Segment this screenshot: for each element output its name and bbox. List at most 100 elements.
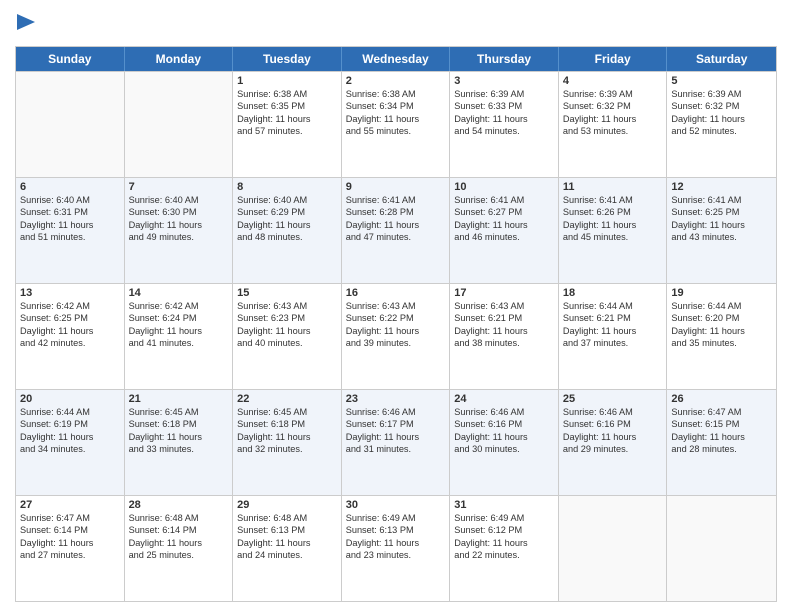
cell-line: Sunrise: 6:41 AM	[563, 194, 663, 206]
week-row-5: 27Sunrise: 6:47 AMSunset: 6:14 PMDayligh…	[16, 495, 776, 601]
cell-line: and 22 minutes.	[454, 549, 554, 561]
cell-line: and 45 minutes.	[563, 231, 663, 243]
cal-cell-5-1: 27Sunrise: 6:47 AMSunset: 6:14 PMDayligh…	[16, 496, 125, 601]
day-number: 11	[563, 181, 663, 193]
cal-cell-1-6: 4Sunrise: 6:39 AMSunset: 6:32 PMDaylight…	[559, 72, 668, 177]
col-header-saturday: Saturday	[667, 47, 776, 71]
cell-line: Sunset: 6:12 PM	[454, 524, 554, 536]
day-number: 13	[20, 287, 120, 299]
cell-line: Sunrise: 6:42 AM	[20, 300, 120, 312]
cell-line: Daylight: 11 hours	[454, 325, 554, 337]
week-row-2: 6Sunrise: 6:40 AMSunset: 6:31 PMDaylight…	[16, 177, 776, 283]
day-number: 6	[20, 181, 120, 193]
cell-line: Daylight: 11 hours	[671, 325, 772, 337]
cal-cell-2-5: 10Sunrise: 6:41 AMSunset: 6:27 PMDayligh…	[450, 178, 559, 283]
cell-line: Sunrise: 6:48 AM	[237, 512, 337, 524]
cell-line: Daylight: 11 hours	[454, 431, 554, 443]
cell-line: and 35 minutes.	[671, 337, 772, 349]
cell-line: and 57 minutes.	[237, 125, 337, 137]
col-header-monday: Monday	[125, 47, 234, 71]
cell-line: Sunrise: 6:39 AM	[671, 88, 772, 100]
cell-line: and 37 minutes.	[563, 337, 663, 349]
cal-cell-5-5: 31Sunrise: 6:49 AMSunset: 6:12 PMDayligh…	[450, 496, 559, 601]
cell-line: Sunrise: 6:40 AM	[129, 194, 229, 206]
cell-line: and 46 minutes.	[454, 231, 554, 243]
day-number: 3	[454, 75, 554, 87]
cal-cell-1-3: 1Sunrise: 6:38 AMSunset: 6:35 PMDaylight…	[233, 72, 342, 177]
cell-line: Sunrise: 6:38 AM	[237, 88, 337, 100]
cell-line: and 54 minutes.	[454, 125, 554, 137]
day-number: 18	[563, 287, 663, 299]
cell-line: Sunrise: 6:43 AM	[237, 300, 337, 312]
day-number: 22	[237, 393, 337, 405]
cell-line: and 23 minutes.	[346, 549, 446, 561]
cal-cell-2-7: 12Sunrise: 6:41 AMSunset: 6:25 PMDayligh…	[667, 178, 776, 283]
cell-line: Sunset: 6:21 PM	[454, 312, 554, 324]
cell-line: Sunset: 6:35 PM	[237, 100, 337, 112]
cell-line: Sunset: 6:18 PM	[237, 418, 337, 430]
cell-line: Daylight: 11 hours	[671, 219, 772, 231]
cell-line: Sunset: 6:32 PM	[671, 100, 772, 112]
cell-line: and 38 minutes.	[454, 337, 554, 349]
day-number: 7	[129, 181, 229, 193]
cell-line: Sunset: 6:17 PM	[346, 418, 446, 430]
day-number: 25	[563, 393, 663, 405]
day-number: 12	[671, 181, 772, 193]
cell-line: Sunset: 6:14 PM	[129, 524, 229, 536]
cell-line: Daylight: 11 hours	[20, 219, 120, 231]
day-number: 5	[671, 75, 772, 87]
cal-cell-4-5: 24Sunrise: 6:46 AMSunset: 6:16 PMDayligh…	[450, 390, 559, 495]
cell-line: Sunset: 6:33 PM	[454, 100, 554, 112]
col-header-thursday: Thursday	[450, 47, 559, 71]
cell-line: and 39 minutes.	[346, 337, 446, 349]
cell-line: Sunrise: 6:38 AM	[346, 88, 446, 100]
cell-line: Daylight: 11 hours	[129, 325, 229, 337]
cell-line: Daylight: 11 hours	[454, 219, 554, 231]
cell-line: Sunrise: 6:48 AM	[129, 512, 229, 524]
cell-line: Daylight: 11 hours	[563, 113, 663, 125]
cal-cell-3-2: 14Sunrise: 6:42 AMSunset: 6:24 PMDayligh…	[125, 284, 234, 389]
cal-cell-5-7	[667, 496, 776, 601]
logo-flag-icon	[17, 14, 35, 38]
cell-line: and 28 minutes.	[671, 443, 772, 455]
week-row-1: 1Sunrise: 6:38 AMSunset: 6:35 PMDaylight…	[16, 71, 776, 177]
calendar-body: 1Sunrise: 6:38 AMSunset: 6:35 PMDaylight…	[16, 71, 776, 601]
cell-line: and 29 minutes.	[563, 443, 663, 455]
day-number: 27	[20, 499, 120, 511]
cell-line: Sunset: 6:26 PM	[563, 206, 663, 218]
cell-line: and 24 minutes.	[237, 549, 337, 561]
cell-line: Daylight: 11 hours	[346, 431, 446, 443]
cal-cell-3-5: 17Sunrise: 6:43 AMSunset: 6:21 PMDayligh…	[450, 284, 559, 389]
cell-line: and 25 minutes.	[129, 549, 229, 561]
cell-line: and 48 minutes.	[237, 231, 337, 243]
cell-line: Daylight: 11 hours	[563, 431, 663, 443]
cell-line: Sunset: 6:16 PM	[454, 418, 554, 430]
cell-line: Sunset: 6:28 PM	[346, 206, 446, 218]
week-row-4: 20Sunrise: 6:44 AMSunset: 6:19 PMDayligh…	[16, 389, 776, 495]
cal-cell-1-1	[16, 72, 125, 177]
cell-line: Daylight: 11 hours	[237, 431, 337, 443]
cal-cell-2-2: 7Sunrise: 6:40 AMSunset: 6:30 PMDaylight…	[125, 178, 234, 283]
cell-line: Sunset: 6:13 PM	[346, 524, 446, 536]
cell-line: Daylight: 11 hours	[454, 537, 554, 549]
cal-cell-2-1: 6Sunrise: 6:40 AMSunset: 6:31 PMDaylight…	[16, 178, 125, 283]
cell-line: Daylight: 11 hours	[129, 431, 229, 443]
cal-cell-4-1: 20Sunrise: 6:44 AMSunset: 6:19 PMDayligh…	[16, 390, 125, 495]
day-number: 15	[237, 287, 337, 299]
cell-line: Sunrise: 6:40 AM	[20, 194, 120, 206]
cell-line: Sunrise: 6:44 AM	[671, 300, 772, 312]
cell-line: Sunset: 6:22 PM	[346, 312, 446, 324]
logo	[15, 14, 35, 38]
cell-line: Daylight: 11 hours	[671, 431, 772, 443]
cell-line: Sunrise: 6:39 AM	[454, 88, 554, 100]
day-number: 21	[129, 393, 229, 405]
cal-cell-4-4: 23Sunrise: 6:46 AMSunset: 6:17 PMDayligh…	[342, 390, 451, 495]
cal-cell-3-6: 18Sunrise: 6:44 AMSunset: 6:21 PMDayligh…	[559, 284, 668, 389]
cell-line: Daylight: 11 hours	[237, 219, 337, 231]
cell-line: Sunset: 6:31 PM	[20, 206, 120, 218]
day-number: 14	[129, 287, 229, 299]
cell-line: and 51 minutes.	[20, 231, 120, 243]
cal-cell-2-6: 11Sunrise: 6:41 AMSunset: 6:26 PMDayligh…	[559, 178, 668, 283]
cell-line: Sunset: 6:14 PM	[20, 524, 120, 536]
cell-line: Daylight: 11 hours	[346, 325, 446, 337]
